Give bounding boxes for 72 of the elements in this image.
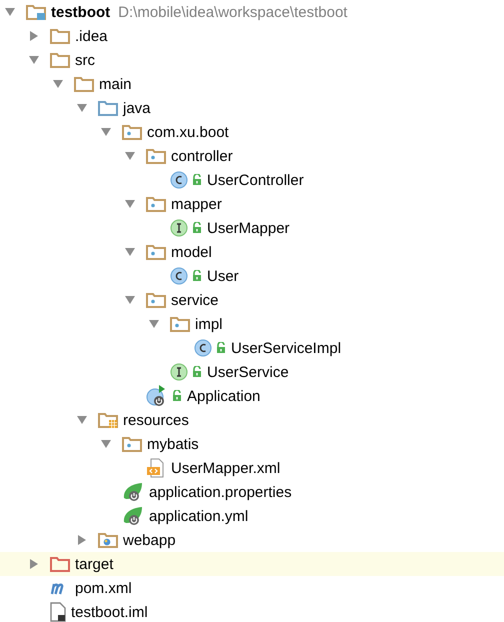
tree-item[interactable]: Application	[187, 388, 260, 404]
folder-icon	[74, 76, 94, 92]
expand-arrow-icon[interactable]	[124, 294, 136, 306]
tree-item[interactable]: UserController	[207, 172, 304, 188]
tree-item[interactable]: UserServiceImpl	[231, 340, 342, 356]
lock-icon	[192, 366, 202, 378]
expand-arrow-icon[interactable]	[100, 126, 112, 138]
tree-item[interactable]: UserMapper.xml	[171, 460, 280, 476]
tree-item[interactable]: testboot.iml	[71, 604, 148, 620]
tree-item[interactable]: UserService	[207, 364, 289, 380]
expand-arrow-icon[interactable]	[4, 6, 16, 18]
tree-item[interactable]: .idea	[75, 28, 108, 44]
tree-item[interactable]: pom.xml	[75, 580, 132, 596]
tree-item[interactable]: java	[123, 100, 151, 116]
interface-icon	[170, 219, 188, 237]
tree-item[interactable]: controller	[171, 148, 233, 164]
package-icon	[146, 244, 166, 260]
spring-config-icon	[122, 506, 144, 526]
project-path: D:\mobile\idea\workspace\testboot	[118, 4, 348, 20]
collapse-arrow-icon[interactable]	[28, 30, 40, 42]
class-icon	[194, 339, 212, 357]
lock-icon	[192, 270, 202, 282]
module-folder-icon	[26, 4, 46, 20]
xml-file-icon	[146, 458, 166, 478]
tree-item[interactable]: service	[171, 292, 219, 308]
expand-arrow-icon[interactable]	[76, 102, 88, 114]
web-folder-icon	[98, 532, 118, 548]
package-icon	[170, 316, 190, 332]
lock-icon	[216, 342, 226, 354]
folder-icon	[98, 100, 118, 116]
tree-item[interactable]: main	[99, 76, 132, 92]
expand-arrow-icon[interactable]	[76, 414, 88, 426]
tree-item[interactable]: mapper	[171, 196, 222, 212]
tree-item[interactable]: model	[171, 244, 212, 260]
tree-item[interactable]: com.xu.boot	[147, 124, 229, 140]
expand-arrow-icon[interactable]	[124, 198, 136, 210]
tree-item[interactable]: testboot	[51, 4, 110, 20]
expand-arrow-icon[interactable]	[52, 78, 64, 90]
tree-item[interactable]: User	[207, 268, 239, 284]
interface-icon	[170, 363, 188, 381]
tree-item[interactable]: UserMapper	[207, 220, 290, 236]
tree-item[interactable]: src	[75, 52, 95, 68]
expand-arrow-icon[interactable]	[124, 246, 136, 258]
excluded-folder-icon	[50, 556, 70, 572]
class-icon	[170, 171, 188, 189]
file-icon	[50, 602, 66, 622]
tree-item[interactable]: mybatis	[147, 436, 199, 452]
tree-item[interactable]: webapp	[123, 532, 176, 548]
folder-icon	[50, 52, 70, 68]
package-icon	[122, 124, 142, 140]
package-icon	[122, 436, 142, 452]
resources-folder-icon	[98, 412, 118, 428]
tree-item[interactable]: resources	[123, 412, 189, 428]
spring-config-icon	[122, 482, 144, 502]
expand-arrow-icon[interactable]	[28, 54, 40, 66]
lock-icon	[172, 390, 182, 402]
lock-icon	[192, 222, 202, 234]
package-icon	[146, 196, 166, 212]
tree-item[interactable]: target	[75, 556, 114, 572]
package-icon	[146, 292, 166, 308]
expand-arrow-icon[interactable]	[148, 318, 160, 330]
tree-item[interactable]: application.yml	[149, 508, 248, 524]
class-icon	[170, 267, 188, 285]
collapse-arrow-icon[interactable]	[76, 534, 88, 546]
lock-icon	[192, 174, 202, 186]
expand-arrow-icon[interactable]	[124, 150, 136, 162]
expand-arrow-icon[interactable]	[100, 438, 112, 450]
folder-icon	[50, 28, 70, 44]
collapse-arrow-icon[interactable]	[28, 558, 40, 570]
package-icon	[146, 148, 166, 164]
tree-item[interactable]: application.properties	[149, 484, 292, 500]
tree-item[interactable]: impl	[195, 316, 223, 332]
